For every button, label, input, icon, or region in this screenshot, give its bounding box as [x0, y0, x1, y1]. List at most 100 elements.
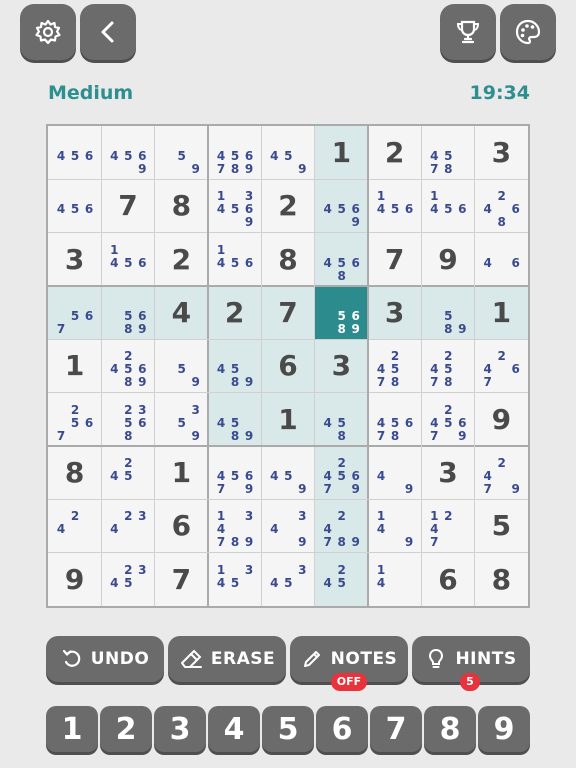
- sudoku-cell[interactable]: 1456: [101, 233, 154, 286]
- sudoku-cell[interactable]: 24578: [368, 339, 421, 392]
- sudoku-cell[interactable]: 7: [155, 553, 208, 606]
- back-button[interactable]: [80, 4, 136, 60]
- sudoku-cell[interactable]: 3 45: [261, 553, 314, 606]
- sudoku-cell[interactable]: 4589: [208, 339, 262, 393]
- sudoku-cell[interactable]: 256 7: [48, 393, 101, 446]
- sudoku-cell[interactable]: 56 7: [48, 286, 102, 340]
- sudoku-cell[interactable]: 2: [261, 179, 314, 232]
- sudoku-cell[interactable]: 46: [475, 233, 528, 286]
- sudoku-cell[interactable]: 8: [475, 553, 528, 606]
- sudoku-cell[interactable]: 2456 7 9: [421, 393, 474, 446]
- sudoku-cell[interactable]: 1456: [421, 179, 474, 232]
- sudoku-cell[interactable]: 6: [261, 339, 315, 393]
- sudoku-cell[interactable]: 3: [475, 126, 528, 179]
- sudoku-cell[interactable]: 59: [155, 339, 208, 392]
- undo-button[interactable]: UNDO: [46, 636, 164, 682]
- sudoku-cell[interactable]: 589: [421, 286, 475, 340]
- sudoku-cell[interactable]: 1 3 4569: [208, 179, 261, 232]
- sudoku-cell[interactable]: 2: [368, 126, 421, 179]
- sudoku-cell[interactable]: 9: [475, 393, 528, 446]
- sudoku-cell[interactable]: 7: [261, 286, 315, 340]
- cell-note: 8: [444, 162, 453, 176]
- cell-note: 3: [191, 402, 200, 417]
- sudoku-cell[interactable]: 4578: [421, 126, 474, 179]
- sudoku-cell[interactable]: 456 789: [208, 126, 261, 179]
- sudoku-cell[interactable]: 1 3 4789: [208, 499, 261, 552]
- number-key[interactable]: 2: [100, 706, 152, 752]
- number-key[interactable]: 9: [478, 706, 530, 752]
- sudoku-cell[interactable]: 245: [314, 552, 368, 606]
- sudoku-cell[interactable]: 245: [101, 446, 154, 499]
- sudoku-cell[interactable]: 245689: [101, 339, 154, 392]
- sudoku-cell[interactable]: 23568: [101, 393, 154, 446]
- sudoku-cell[interactable]: 8: [155, 179, 208, 232]
- sudoku-cell[interactable]: 7: [101, 179, 154, 232]
- sudoku-cell[interactable]: 3: [48, 233, 101, 286]
- sudoku-cell[interactable]: 1247: [421, 499, 474, 552]
- sudoku-cell[interactable]: 3: [421, 446, 474, 499]
- sudoku-cell[interactable]: 59: [155, 126, 208, 179]
- sudoku-cell[interactable]: 458: [314, 392, 368, 446]
- sudoku-cell[interactable]: 4569: [101, 126, 154, 179]
- sudoku-cell[interactable]: 359: [155, 393, 208, 446]
- sudoku-cell[interactable]: 24: [48, 499, 101, 552]
- sudoku-cell[interactable]: 14: [368, 553, 421, 606]
- sudoku-cell[interactable]: 459: [261, 446, 314, 499]
- number-key[interactable]: 5: [262, 706, 314, 752]
- sudoku-cell[interactable]: 1: [48, 339, 101, 392]
- settings-button[interactable]: [20, 4, 76, 60]
- sudoku-cell[interactable]: 5689: [314, 286, 368, 340]
- sudoku-cell[interactable]: 49: [368, 446, 421, 499]
- sudoku-cell[interactable]: 24789: [314, 499, 368, 553]
- sudoku-cell[interactable]: 456: [48, 126, 101, 179]
- number-key[interactable]: 4: [208, 706, 260, 752]
- sudoku-cell[interactable]: 24 6 7: [475, 339, 528, 392]
- sudoku-cell[interactable]: 1 3 45: [208, 553, 261, 606]
- sudoku-cell[interactable]: 4568: [314, 232, 368, 286]
- sudoku-cell[interactable]: 8: [261, 233, 314, 286]
- sudoku-cell[interactable]: 2: [155, 233, 208, 286]
- sudoku-cell[interactable]: 5: [475, 499, 528, 552]
- erase-button[interactable]: ERASE: [168, 636, 286, 682]
- cell-note: 8: [230, 535, 240, 550]
- sudoku-cell[interactable]: 1: [474, 286, 528, 340]
- number-key[interactable]: 7: [370, 706, 422, 752]
- sudoku-cell[interactable]: 247 9: [475, 446, 528, 499]
- sudoku-cell[interactable]: 456: [48, 179, 101, 232]
- number-key[interactable]: 8: [424, 706, 476, 752]
- sudoku-cell[interactable]: 23 4: [101, 499, 154, 552]
- sudoku-cell[interactable]: 9: [48, 553, 101, 606]
- sudoku-cell[interactable]: 4589: [208, 392, 262, 446]
- sudoku-cell[interactable]: 24578: [421, 339, 474, 392]
- sudoku-cell[interactable]: 459: [261, 126, 314, 179]
- number-key[interactable]: 3: [154, 706, 206, 752]
- sudoku-cell[interactable]: 456 78: [368, 393, 421, 446]
- sudoku-cell[interactable]: 9: [421, 233, 474, 286]
- sudoku-cell[interactable]: 2: [208, 286, 262, 340]
- sudoku-cell[interactable]: 3: [368, 286, 422, 340]
- sudoku-cell[interactable]: 3: [314, 339, 368, 393]
- sudoku-cell[interactable]: 7: [368, 233, 421, 286]
- sudoku-cell[interactable]: 1456: [368, 179, 421, 232]
- number-key[interactable]: 1: [46, 706, 98, 752]
- trophy-button[interactable]: [440, 4, 496, 60]
- sudoku-cell[interactable]: 14 9: [368, 499, 421, 552]
- sudoku-cell[interactable]: 1456: [208, 233, 261, 286]
- sudoku-cell[interactable]: 1: [261, 392, 315, 446]
- grid-line: [314, 126, 316, 606]
- sudoku-cell[interactable]: 5689: [101, 286, 155, 340]
- sudoku-cell[interactable]: 456 7 9: [208, 446, 261, 499]
- sudoku-cell[interactable]: 1: [155, 446, 208, 499]
- number-key[interactable]: 6: [316, 706, 368, 752]
- sudoku-cell[interactable]: 4: [154, 286, 208, 340]
- sudoku-cell[interactable]: 24 68: [475, 179, 528, 232]
- theme-button[interactable]: [500, 4, 556, 60]
- sudoku-cell[interactable]: 6: [421, 553, 474, 606]
- sudoku-cell[interactable]: 1: [314, 126, 368, 180]
- sudoku-cell[interactable]: 3 4 9: [261, 499, 314, 552]
- sudoku-cell[interactable]: 23 45: [101, 553, 154, 606]
- sudoku-cell[interactable]: 4569: [314, 179, 368, 233]
- sudoku-cell[interactable]: 6: [155, 499, 208, 552]
- sudoku-cell[interactable]: 8: [48, 446, 101, 499]
- sudoku-cell[interactable]: 2456 7 9: [314, 446, 368, 500]
